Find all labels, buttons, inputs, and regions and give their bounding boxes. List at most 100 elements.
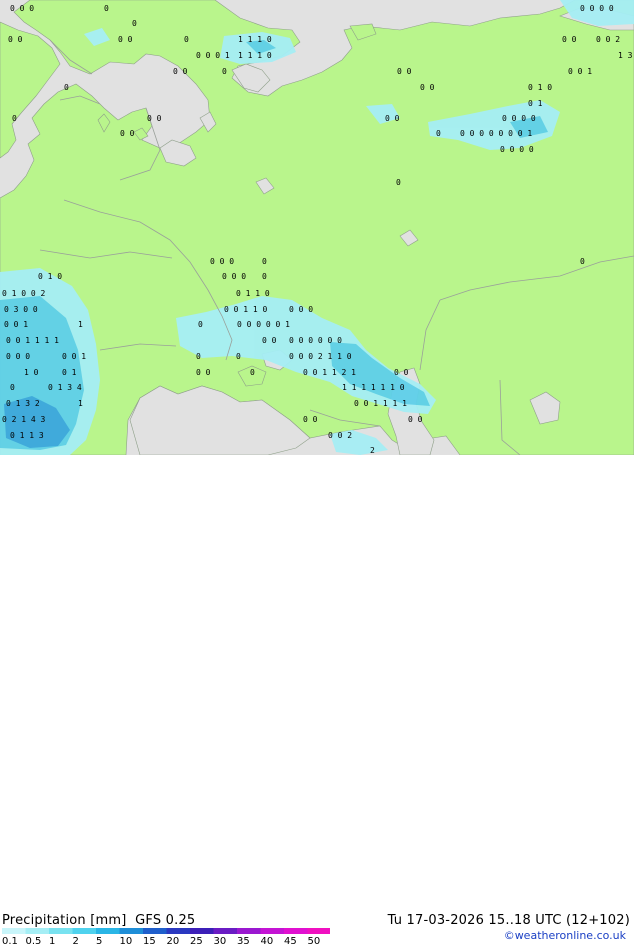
precip-value-label: 2 xyxy=(370,446,375,455)
precip-value-label: 0 xyxy=(396,178,401,187)
precip-value-label: 0 1 1 3 xyxy=(10,431,44,440)
scale-swatch xyxy=(284,928,308,934)
scale-label: 2 xyxy=(73,936,79,945)
precip-value-label: 0 0 xyxy=(303,415,318,424)
credit-link[interactable]: ©weatheronline.co.uk xyxy=(504,929,626,942)
precip-value-label: 0 1 0 xyxy=(528,83,552,92)
precip-value-label: 0 0 1 1 0 xyxy=(224,305,268,314)
precip-value-label: 0 0 1 xyxy=(4,320,28,329)
scale-label: 1 xyxy=(49,936,55,945)
scale-label: 50 xyxy=(308,936,321,945)
precip-value-label: 0 3 0 0 xyxy=(4,305,38,314)
precip-value-label: 0 0 0 2 1 1 0 xyxy=(289,352,352,361)
precip-value-label: 0 0 0 xyxy=(6,352,30,361)
scale-label: 35 xyxy=(237,936,250,945)
precip-value-label: 0 xyxy=(436,129,441,138)
scale-swatch xyxy=(213,928,237,934)
precip-value-label: 0 0 xyxy=(147,114,162,123)
precip-value-label: 1 xyxy=(78,320,83,329)
precip-value-label: 0 0 0 0 xyxy=(500,145,534,154)
scale-swatch xyxy=(260,928,284,934)
precip-value-label: 0 xyxy=(132,19,137,28)
precip-value-label: 0 0 0 xyxy=(289,305,313,314)
precip-value-label: 0 xyxy=(250,368,255,377)
precip-value-label: 0 0 xyxy=(408,415,423,424)
precip-value-label: 0 1 xyxy=(528,99,543,108)
color-scale: 0.1 0.5 1 2 5 10 15 20 25 30 35 40 45 50 xyxy=(2,928,330,945)
precip-value-label: 0 0 1 1 1 1 xyxy=(6,336,59,345)
scale-swatch xyxy=(2,928,26,934)
precip-value-label: 0 xyxy=(262,272,267,281)
precip-value-label: 1 0 xyxy=(24,368,39,377)
precip-value-label: 1 1 1 1 1 1 0 xyxy=(342,383,405,392)
precip-value-label: 0 0 2 xyxy=(328,431,352,440)
precip-value-label: 0 xyxy=(10,383,15,392)
precip-value-label: 0 0 xyxy=(118,35,133,44)
precip-value-label: 0 xyxy=(236,352,241,361)
precip-value-label: 0 0 xyxy=(397,67,412,76)
precip-value-label: 1 3 xyxy=(618,51,633,60)
precip-value-label: 0 0 xyxy=(420,83,435,92)
legend-bar: Precipitation [mm] GFS 0.25 Tu 17-03-202… xyxy=(0,455,634,945)
precip-value-label: 0 0 1 xyxy=(62,352,86,361)
scale-swatch xyxy=(166,928,190,934)
precip-value-label: 0 xyxy=(104,4,109,13)
precip-value-label: 0 0 0 0 0 1 xyxy=(237,320,290,329)
scale-swatch xyxy=(190,928,214,934)
precip-value-label: 0 0 0 0 xyxy=(580,4,614,13)
precip-value-label: 0 xyxy=(196,352,201,361)
precip-value-label: 0 0 xyxy=(262,336,277,345)
precip-value-label: 0 0 0 1 xyxy=(196,51,230,60)
precip-value-label: 0 0 0 xyxy=(210,257,234,266)
precip-value-label: 0 xyxy=(64,83,69,92)
scale-label: 25 xyxy=(190,936,203,945)
precip-value-label: 0 0 0 xyxy=(10,4,34,13)
precipitation-map: 0 0 000 0 0 000 00 001 1 1 00 00 0 20 0 … xyxy=(0,0,634,455)
scale-label: 15 xyxy=(143,936,156,945)
precip-value-label: 0 1 0 0 2 xyxy=(2,289,46,298)
precip-value-label: 0 xyxy=(222,67,227,76)
precip-value-label: 0 0 1 1 2 1 xyxy=(303,368,356,377)
precip-value-label: 0 0 xyxy=(8,35,23,44)
scale-swatch xyxy=(119,928,143,934)
scale-label: 0.1 xyxy=(2,936,18,945)
precip-value-label: 0 xyxy=(12,114,17,123)
precip-value-label: 0 0 2 xyxy=(596,35,620,44)
scale-swatch xyxy=(25,928,49,934)
scale-label: 10 xyxy=(120,936,133,945)
scale-swatch xyxy=(237,928,261,934)
precip-value-label: 0 0 0 0 0 0 0 1 xyxy=(460,129,532,138)
precip-value-label: 0 xyxy=(262,257,267,266)
scale-swatch xyxy=(96,928,120,934)
precip-value-label: 0 0 1 1 1 1 xyxy=(354,399,407,408)
scale-label: 20 xyxy=(167,936,180,945)
map-title: Precipitation [mm] GFS 0.25 xyxy=(2,913,196,928)
precip-value-label: 0 0 1 xyxy=(568,67,592,76)
precip-value-label: 0 xyxy=(184,35,189,44)
precip-value-label: 0 xyxy=(198,320,203,329)
precip-value-label: 0 1 xyxy=(62,368,77,377)
scale-label: 0.5 xyxy=(26,936,42,945)
scale-swatch xyxy=(143,928,167,934)
precip-value-label: 0 0 xyxy=(394,368,409,377)
precip-value-label: 0 0 xyxy=(385,114,400,123)
scale-swatch xyxy=(72,928,96,934)
precip-value-label: 0 1 1 0 xyxy=(236,289,270,298)
precip-value-label: 0 1 3 4 xyxy=(48,383,82,392)
scale-swatch xyxy=(307,928,330,934)
scale-label: 40 xyxy=(261,936,274,945)
precip-value-label: 0 0 xyxy=(562,35,577,44)
precip-value-label: 0 0 0 xyxy=(222,272,246,281)
scale-label: 5 xyxy=(96,936,102,945)
precip-value-label: 0 2 1 4 3 xyxy=(2,415,46,424)
precip-value-label: 0 1 0 xyxy=(38,272,62,281)
precip-value-label: 0 0 0 0 xyxy=(502,114,536,123)
precip-value-label: 0 xyxy=(580,257,585,266)
precip-value-label: 1 1 1 0 xyxy=(238,51,272,60)
precip-value-label: 0 0 xyxy=(120,129,135,138)
precip-value-label: 0 0 xyxy=(173,67,188,76)
scale-label: 30 xyxy=(214,936,227,945)
precip-value-label: 0 0 xyxy=(196,368,211,377)
precip-value-label: 1 xyxy=(78,399,83,408)
scale-swatch xyxy=(49,928,73,934)
